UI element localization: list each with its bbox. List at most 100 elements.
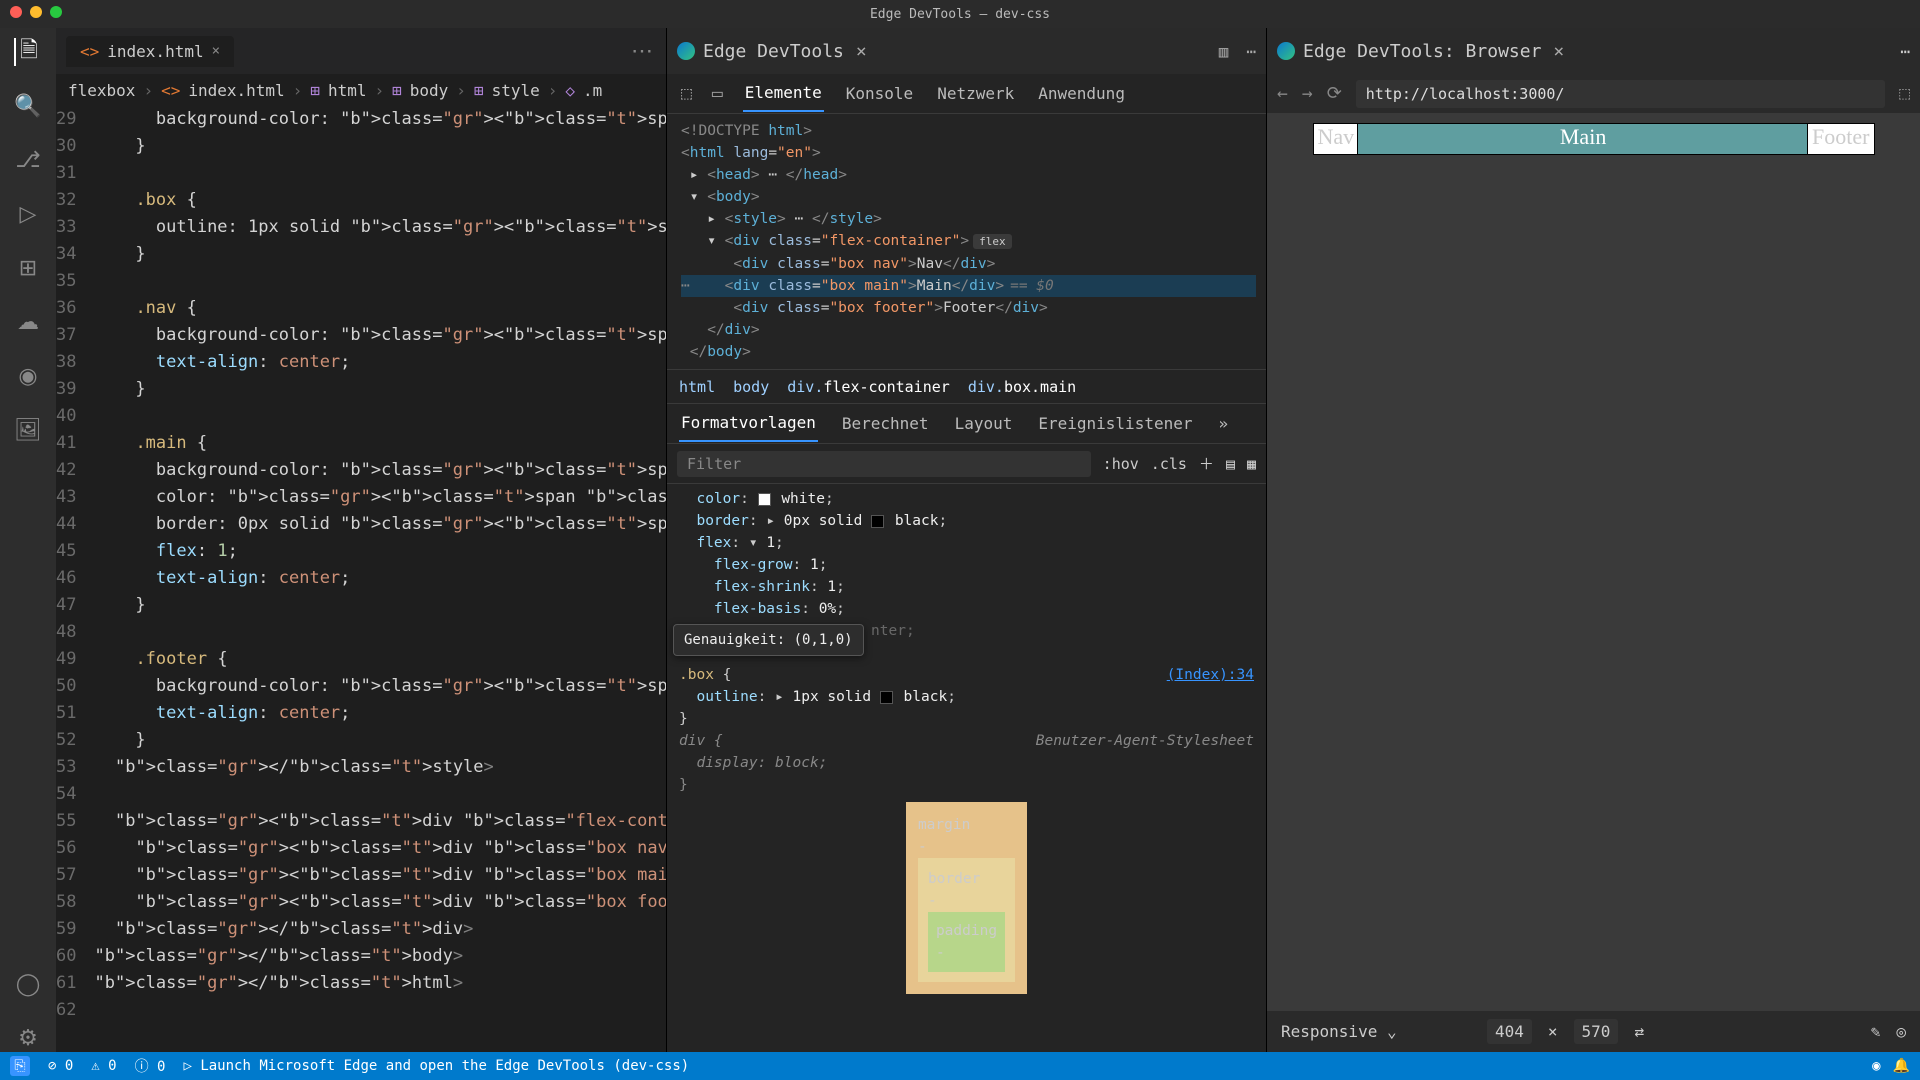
more-emulation-icon[interactable]: ◎ — [1896, 1022, 1906, 1041]
hov-toggle[interactable]: :hov — [1103, 455, 1139, 473]
times-label: × — [1548, 1022, 1558, 1041]
source-control-icon[interactable]: ⎇ — [14, 146, 42, 174]
computed-icon[interactable]: ▦ — [1247, 455, 1256, 473]
crumb-flex-container[interactable]: div.flex-container — [787, 378, 950, 396]
styles-body[interactable]: color: white; border: ▸ 0px solid black;… — [667, 484, 1266, 1052]
subtab-more-icon[interactable]: » — [1216, 406, 1230, 441]
demo-nav: Nav — [1314, 124, 1359, 154]
bm-padding-label: padding — [936, 920, 997, 942]
html-file-icon: <> — [161, 81, 180, 100]
images-icon[interactable]: 🖼 — [14, 416, 42, 444]
status-edge-icon[interactable]: ◉ — [1872, 1058, 1880, 1074]
address-bar[interactable]: http://localhost:3000/ — [1356, 80, 1885, 108]
remote-explorer-icon[interactable]: ☁ — [14, 308, 42, 336]
crumb-box-main[interactable]: div.box.main — [968, 378, 1076, 396]
editor-tab-row: <> index.html × ⋯ — [56, 28, 666, 74]
launch-edge-button[interactable]: ▷ Launch Microsoft Edge and open the Edg… — [183, 1058, 689, 1074]
inspect-element-icon[interactable]: ⬚ — [681, 83, 692, 104]
devtools-tab[interactable]: Edge DevTools × — [677, 41, 867, 62]
maximize-window-icon[interactable] — [50, 6, 62, 18]
tab-anwendung[interactable]: Anwendung — [1036, 76, 1127, 111]
device-toggle-icon[interactable]: ▭ — [712, 83, 723, 104]
tab-elemente[interactable]: Elemente — [743, 75, 824, 112]
selected-dom-node[interactable]: ⋯ <div class="box main">Main</div>== $0 — [681, 275, 1256, 297]
explorer-icon[interactable]: 🗎 — [14, 38, 42, 66]
bm-border-label: border — [928, 868, 1005, 890]
subtab-layout[interactable]: Layout — [953, 406, 1015, 441]
demo-main: Main — [1358, 124, 1808, 154]
crumb-body[interactable]: body — [410, 81, 449, 100]
crumb-file[interactable]: index.html — [188, 81, 284, 100]
tab-netzwerk[interactable]: Netzwerk — [935, 76, 1016, 111]
subtab-ereignislistener[interactable]: Ereignislistener — [1036, 406, 1194, 441]
split-editor-icon[interactable]: ▥ — [1219, 42, 1229, 61]
responsive-toolbar: Responsive ⌄ 404 × 570 ⇄ ✎ ◎ — [1267, 1010, 1920, 1052]
close-window-icon[interactable] — [10, 6, 22, 18]
crumb-html[interactable]: html — [679, 378, 715, 396]
remote-indicator-icon[interactable]: ⎘ — [10, 1056, 30, 1076]
responsive-dropdown[interactable]: Responsive ⌄ — [1281, 1022, 1397, 1041]
editor-tab-index-html[interactable]: <> index.html × — [66, 36, 234, 67]
status-notifications-icon[interactable]: 🔔 — [1893, 1058, 1910, 1074]
box-model-diagram[interactable]: margin- border- padding- — [679, 796, 1254, 994]
more-actions-icon[interactable]: ⋯ — [1246, 42, 1256, 61]
extensions-icon[interactable]: ⊞ — [14, 254, 42, 282]
hints-count[interactable]: ⓘ 0 — [135, 1056, 166, 1076]
warnings-count[interactable]: ⚠ 0 — [91, 1058, 116, 1074]
run-debug-icon[interactable]: ▷ — [14, 200, 42, 228]
close-tab-icon[interactable]: × — [1553, 41, 1564, 62]
editor-column: <> index.html × ⋯ flexbox› <> index.html… — [56, 28, 666, 1052]
close-tab-icon[interactable]: × — [212, 43, 220, 59]
subtab-berechnet[interactable]: Berechnet — [840, 406, 931, 441]
status-bar: ⎘ ⊘ 0 ⚠ 0 ⓘ 0 ▷ Launch Microsoft Edge an… — [0, 1052, 1920, 1080]
preview-tab-title: Edge DevTools: Browser — [1303, 41, 1541, 62]
back-icon[interactable]: ← — [1277, 83, 1288, 104]
forward-icon[interactable]: → — [1302, 83, 1313, 104]
rotate-icon[interactable]: ⇄ — [1634, 1022, 1644, 1041]
dom-tree[interactable]: <!DOCTYPE html> <html lang="en"> ▸ <head… — [667, 114, 1266, 370]
tab-filename: index.html — [107, 42, 203, 61]
editor-more-icon[interactable]: ⋯ — [628, 37, 656, 65]
demo-footer: Footer — [1808, 124, 1873, 154]
errors-count[interactable]: ⊘ 0 — [48, 1058, 73, 1074]
preview-viewport[interactable]: Nav Main Footer — [1267, 114, 1920, 1010]
crumb-style[interactable]: style — [492, 81, 540, 100]
flex-editor-icon[interactable]: ▤ — [1226, 455, 1235, 473]
tab-konsole[interactable]: Konsole — [844, 76, 915, 111]
code-editor[interactable]: 2930313233343536373839404142434445464748… — [56, 106, 666, 1052]
html-file-icon: <> — [80, 42, 99, 61]
crumb-html[interactable]: html — [328, 81, 367, 100]
crumb-folder[interactable]: flexbox — [68, 81, 135, 100]
search-icon[interactable]: 🔍 — [14, 92, 42, 120]
styles-toolbar: Filter :hov .cls ＋ ▤ ▦ — [667, 444, 1266, 484]
rule-selector-div: div — [679, 733, 705, 749]
viewport-width-input[interactable]: 404 — [1487, 1019, 1532, 1044]
edge-icon — [677, 42, 695, 60]
close-tab-icon[interactable]: × — [856, 41, 867, 62]
settings-gear-icon[interactable]: ⚙ — [14, 1024, 42, 1052]
inspect-icon[interactable]: ⬚ — [1899, 83, 1910, 104]
accounts-icon[interactable]: ◯ — [14, 970, 42, 998]
breadcrumbs[interactable]: flexbox› <> index.html› ⊞html› ⊞body› ⊞s… — [56, 74, 666, 106]
styles-filter-input[interactable]: Filter — [677, 451, 1091, 477]
reload-icon[interactable]: ⟳ — [1327, 83, 1342, 104]
screenshot-icon[interactable]: ✎ — [1871, 1022, 1881, 1041]
new-style-rule-icon[interactable]: ＋ — [1199, 453, 1214, 474]
rule-selector-box[interactable]: .box — [679, 667, 714, 683]
window-titlebar: Edge DevTools — dev-css — [0, 0, 1920, 28]
styles-subtabs: Formatvorlagen Berechnet Layout Ereignis… — [667, 404, 1266, 444]
dom-breadcrumbs[interactable]: html body div.flex-container div.box.mai… — [667, 370, 1266, 404]
source-link[interactable]: (Index):34 — [1167, 664, 1254, 686]
crumb-body[interactable]: body — [733, 378, 769, 396]
more-actions-icon[interactable]: ⋯ — [1900, 42, 1910, 61]
preview-tab[interactable]: Edge DevTools: Browser × — [1277, 41, 1564, 62]
subtab-formatvorlagen[interactable]: Formatvorlagen — [679, 405, 818, 442]
minimize-window-icon[interactable] — [30, 6, 42, 18]
rendered-page: Nav Main Footer — [1314, 124, 1874, 154]
crumb-selector[interactable]: .m — [583, 81, 602, 100]
viewport-height-input[interactable]: 570 — [1574, 1019, 1619, 1044]
edge-devtools-icon[interactable]: ◉ — [14, 362, 42, 390]
cls-toggle[interactable]: .cls — [1151, 455, 1187, 473]
code-area[interactable]: background-color: "b">class="gr"><"b">cl… — [94, 106, 666, 1052]
bm-margin-label: margin — [918, 814, 1015, 836]
